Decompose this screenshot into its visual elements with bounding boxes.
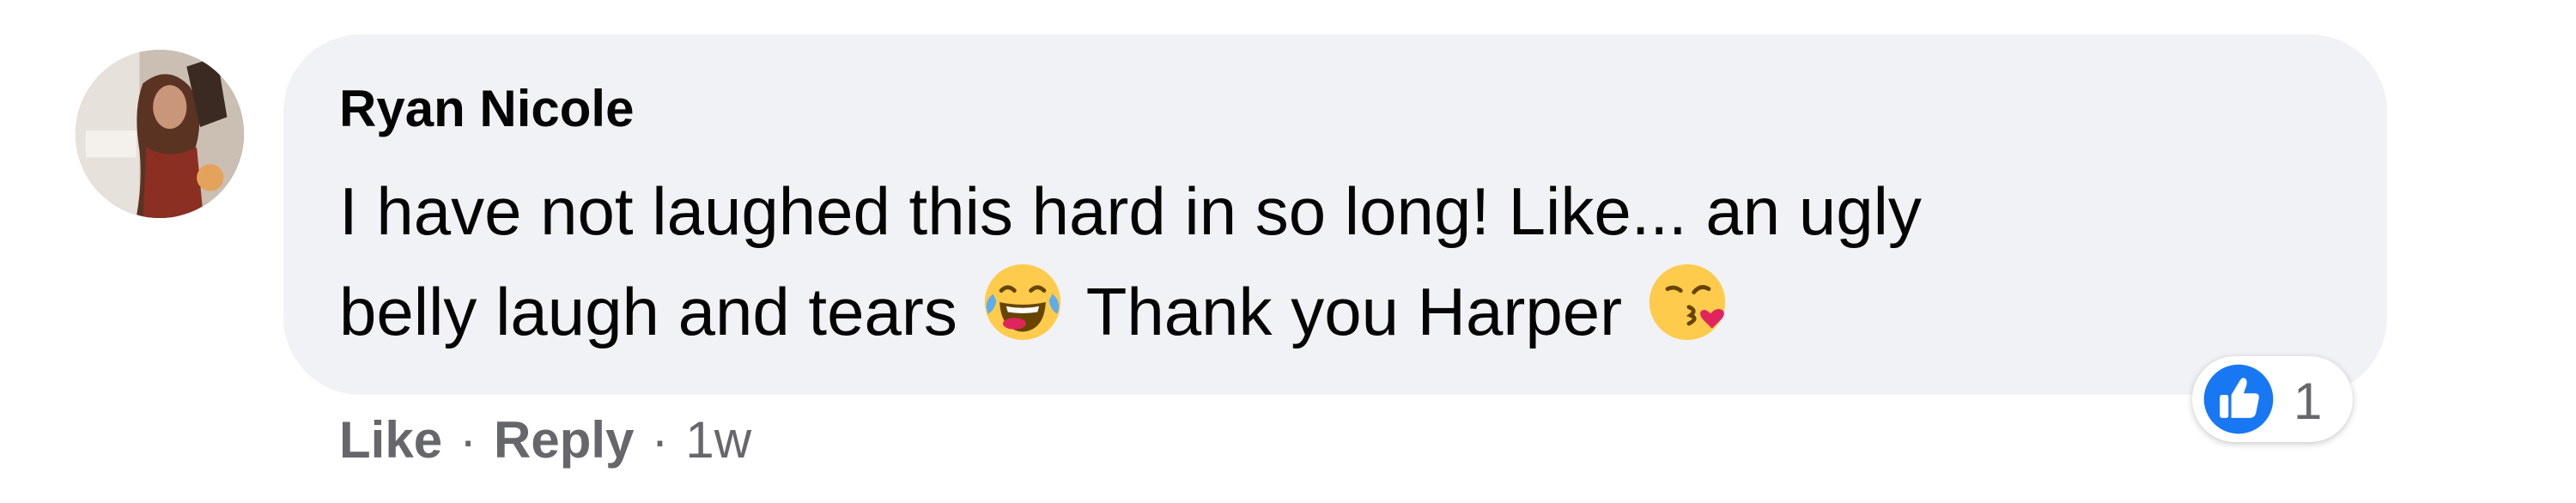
- like-link[interactable]: Like: [339, 411, 442, 469]
- avatar-photo: [76, 50, 244, 218]
- reaction-count: 1: [2293, 373, 2323, 430]
- comment-text-segment: belly laugh and tears: [339, 274, 957, 349]
- face-blowing-a-kiss-icon: [1646, 261, 1728, 343]
- separator: ·: [459, 411, 477, 469]
- reaction-summary[interactable]: 1: [2192, 356, 2353, 442]
- comment-text: I have not laughed this hard in so long!…: [339, 161, 2348, 361]
- thumbs-up-icon: [2202, 363, 2275, 435]
- reply-link[interactable]: Reply: [494, 411, 634, 469]
- comment-text-segment: Thank you Harper: [1085, 274, 1623, 349]
- comment-text-line-1: I have not laughed this hard in so long!…: [339, 173, 1922, 249]
- timestamp[interactable]: 1w: [685, 411, 751, 469]
- avatar[interactable]: [76, 50, 244, 218]
- comment-text-line-2: belly laugh and tears Thank you Harper: [339, 261, 2348, 361]
- comment-actions: Like · Reply · 1w: [339, 410, 751, 470]
- comment-author[interactable]: Ryan Nicole: [339, 79, 634, 138]
- face-with-tears-of-joy-icon: [981, 261, 1064, 343]
- separator: ·: [651, 411, 669, 469]
